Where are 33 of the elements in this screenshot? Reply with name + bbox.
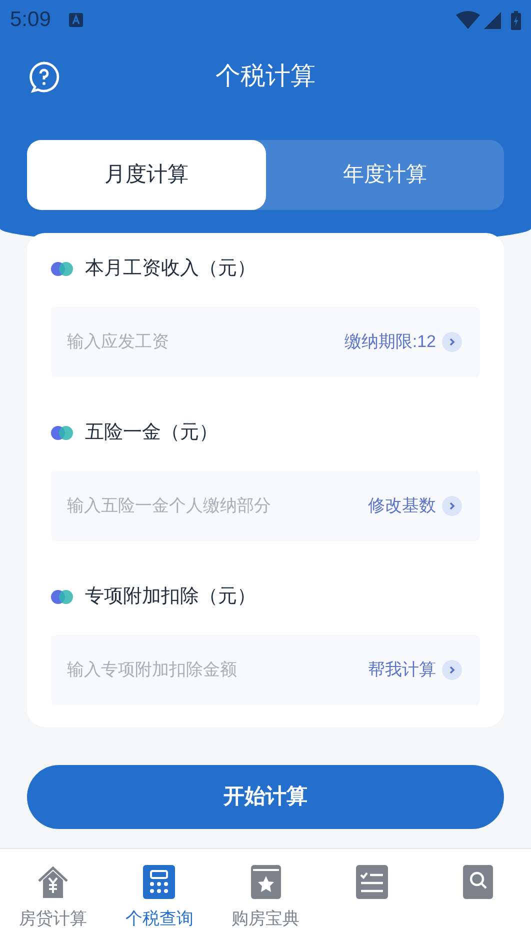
section-label: 五险一金（元） bbox=[85, 420, 218, 445]
wifi-icon bbox=[456, 11, 480, 29]
status-time: 5:09 bbox=[10, 7, 51, 34]
amount-field[interactable]: 输入专项附加扣除金额 帮我计算 bbox=[51, 635, 480, 705]
start-button[interactable]: 开始计算 bbox=[27, 765, 504, 829]
battery-icon bbox=[511, 10, 521, 30]
help-icon[interactable] bbox=[28, 61, 60, 93]
chevron-icon[interactable] bbox=[442, 332, 462, 352]
signal-icon bbox=[484, 12, 501, 28]
chevron-icon[interactable] bbox=[442, 660, 462, 680]
nav-tab[interactable]: 房贷计算 bbox=[0, 849, 106, 945]
section-label: 本月工资收入（元） bbox=[85, 256, 256, 281]
field-action-link[interactable]: 缴纳期限:12 bbox=[344, 329, 436, 355]
amount-field[interactable]: 输入五险一金个人缴纳部分 修改基数 bbox=[51, 471, 480, 541]
chevron-icon[interactable] bbox=[442, 496, 462, 516]
search-icon bbox=[462, 865, 493, 899]
mode-tab[interactable]: 年度计算 bbox=[266, 140, 504, 210]
mode-tab[interactable]: 月度计算 bbox=[27, 140, 266, 210]
field-action-link[interactable]: 帮我计算 bbox=[368, 657, 436, 683]
nav-tab[interactable]: 个税查询 bbox=[106, 849, 212, 945]
nav-tab[interactable]: 购房宝典 bbox=[212, 849, 319, 945]
bullet-icon bbox=[51, 590, 73, 604]
page-title: 个税计算 bbox=[216, 61, 316, 92]
amount-field[interactable]: 输入应发工资 缴纳期限:12 bbox=[51, 307, 480, 377]
list-icon bbox=[356, 865, 388, 899]
calculator-icon bbox=[143, 865, 176, 899]
field-action-link[interactable]: 修改基数 bbox=[368, 493, 436, 519]
book-icon bbox=[250, 865, 280, 899]
notification-icon bbox=[68, 13, 83, 27]
bullet-icon bbox=[51, 426, 73, 440]
house-icon bbox=[36, 865, 70, 899]
section-label: 专项附加扣除（元） bbox=[85, 584, 256, 609]
bullet-icon bbox=[51, 262, 73, 276]
